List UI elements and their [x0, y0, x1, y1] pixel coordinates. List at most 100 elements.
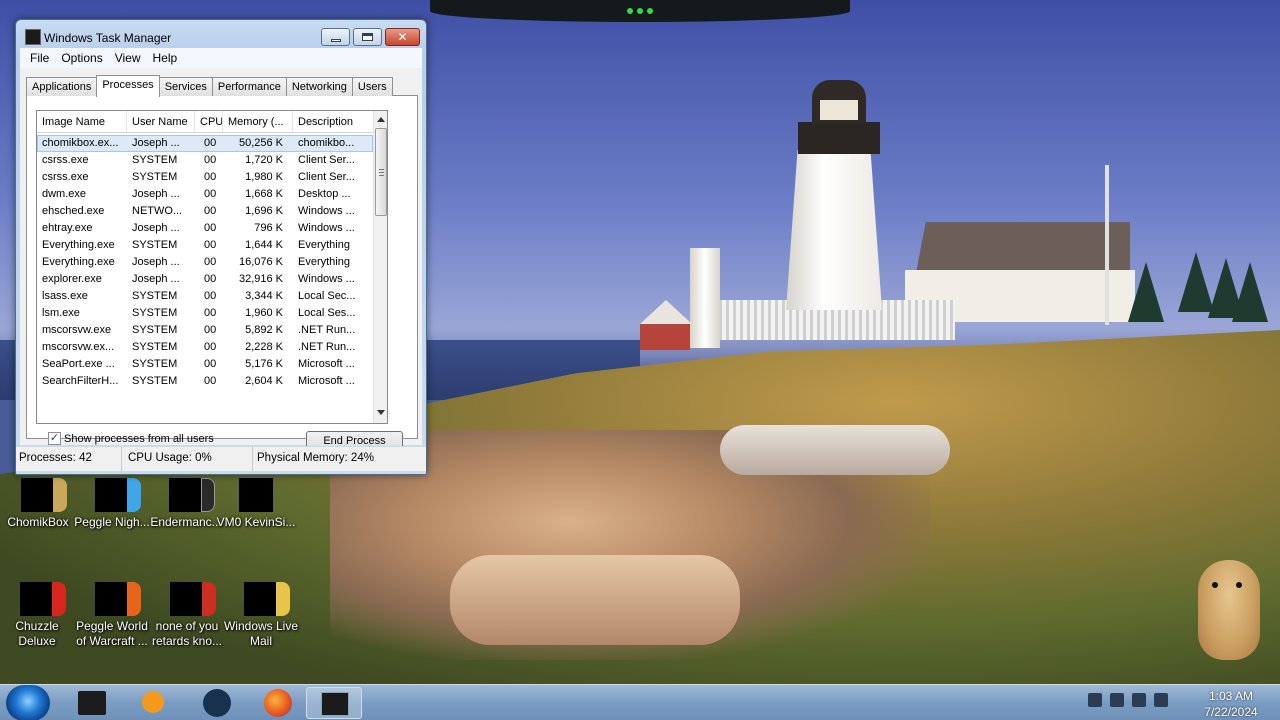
- process-row[interactable]: mscorsvw.ex... SYSTEM 00 2,228 K .NET Run...: [37, 339, 373, 356]
- column-user-name[interactable]: User Name: [127, 111, 195, 132]
- cpu-cell: 00: [204, 256, 217, 268]
- process-list[interactable]: Image Name User Name CPU Memory (... Des…: [36, 110, 388, 424]
- network-icon[interactable]: [1132, 693, 1146, 707]
- menu-help[interactable]: Help: [149, 48, 186, 68]
- tab-applications[interactable]: Applications: [26, 77, 98, 96]
- memory-cell: 1,668 K: [245, 188, 283, 200]
- show-all-users-option[interactable]: ✓ Show processes from all users: [48, 432, 214, 445]
- wallpaper-lighthouse-glass: [820, 100, 858, 120]
- show-all-users-checkbox[interactable]: ✓: [48, 432, 61, 445]
- process-row[interactable]: chomikbox.ex... Joseph ... 00 50,256 K chomi…: [37, 135, 373, 152]
- description-cell: Microsoft ...: [298, 375, 355, 387]
- desktop-icon-custom-shortcut[interactable]: none of you retards kno...: [147, 582, 227, 649]
- desktop-icon-vm-shortcut[interactable]: VM0 KevinSi...: [216, 478, 296, 530]
- task-manager-app-icon: [25, 29, 41, 45]
- chomikbox-icon: [21, 478, 67, 512]
- desktop-icon-chuzzle[interactable]: Chuzzle Deluxe: [0, 582, 77, 649]
- tab-networking[interactable]: Networking: [285, 77, 353, 96]
- scroll-up-icon[interactable]: [377, 117, 385, 122]
- image-name-cell: lsass.exe: [42, 290, 88, 302]
- process-row[interactable]: ehtray.exe Joseph ... 00 796 K Windows ...: [37, 220, 373, 237]
- tab-strip: Applications Processes Services Performa…: [26, 75, 393, 97]
- memory-cell: 32,916 K: [238, 273, 283, 285]
- scroll-down-icon[interactable]: [377, 410, 385, 415]
- memory-cell: 1,720 K: [245, 154, 283, 166]
- show-all-users-label: Show processes from all users: [64, 432, 214, 445]
- desktop-icon-peggle-wow[interactable]: Peggle World of Warcraft ...: [72, 582, 152, 649]
- cpu-cell: 00: [204, 205, 217, 217]
- tab-performance[interactable]: Performance: [211, 77, 287, 96]
- media-player-icon: [142, 691, 164, 713]
- tab-processes[interactable]: Processes: [96, 75, 160, 97]
- maximize-icon: [362, 33, 373, 41]
- tab-users[interactable]: Users: [351, 77, 393, 96]
- peggle-nights-icon: [95, 478, 141, 512]
- window-body: File Options View Help Applications Proc…: [20, 48, 422, 452]
- cpu-cell: 00: [204, 222, 217, 234]
- memory-cell: 1,696 K: [245, 205, 283, 217]
- taskbar-task-manager[interactable]: [306, 687, 362, 719]
- cpu-cell: 00: [204, 341, 217, 353]
- hamster-desktop-pet[interactable]: [1198, 560, 1260, 660]
- menu-options[interactable]: Options: [57, 48, 110, 68]
- image-name-cell: csrss.exe: [42, 154, 89, 166]
- column-image-name[interactable]: Image Name: [37, 111, 127, 132]
- process-row[interactable]: ehsched.exe NETWO... 00 1,696 K Windows ...: [37, 203, 373, 220]
- image-name-cell: csrss.exe: [42, 171, 89, 183]
- cpu-cell: 00: [204, 137, 217, 149]
- menu-view[interactable]: View: [111, 48, 149, 68]
- process-row[interactable]: SeaPort.exe ... SYSTEM 00 5,176 K Microsoft …: [37, 356, 373, 373]
- taskbar-explorer[interactable]: [64, 687, 120, 719]
- process-row[interactable]: lsass.exe SYSTEM 00 3,344 K Local Sec...: [37, 288, 373, 305]
- desktop-icon-chomikbox[interactable]: ChomikBox: [0, 478, 78, 530]
- tray-icon[interactable]: [1110, 693, 1124, 707]
- scrollbar-thumb[interactable]: [375, 128, 387, 216]
- image-name-cell: SearchFilterH...: [42, 375, 119, 387]
- tab-services[interactable]: Services: [158, 77, 213, 96]
- minimize-button[interactable]: [321, 28, 350, 46]
- process-row[interactable]: Everything.exe SYSTEM 00 1,644 K Everything: [37, 237, 373, 254]
- gadget-led: [637, 8, 643, 14]
- hamster-eye: [1236, 582, 1242, 588]
- status-cpu-usage: CPU Usage: 0%: [122, 447, 253, 471]
- maximize-button[interactable]: [353, 28, 382, 46]
- description-cell: Microsoft ...: [298, 358, 355, 370]
- volume-icon[interactable]: [1154, 693, 1168, 707]
- vertical-scrollbar[interactable]: [373, 111, 387, 423]
- task-manager-window[interactable]: Windows Task Manager ✕ File Options View…: [15, 19, 427, 475]
- menu-file[interactable]: File: [26, 48, 57, 68]
- tray-icon[interactable]: [1088, 693, 1102, 707]
- column-cpu[interactable]: CPU: [195, 111, 223, 132]
- column-memory[interactable]: Memory (...: [223, 111, 293, 132]
- user-name-cell: SYSTEM: [132, 375, 178, 387]
- process-row[interactable]: lsm.exe SYSTEM 00 1,960 K Local Ses...: [37, 305, 373, 322]
- column-description[interactable]: Description: [293, 111, 373, 132]
- memory-cell: 1,980 K: [245, 171, 283, 183]
- image-name-cell: ehtray.exe: [42, 222, 93, 234]
- close-button[interactable]: ✕: [385, 28, 420, 46]
- wallpaper-rock: [450, 555, 740, 645]
- process-row[interactable]: SearchFilterH... SYSTEM 00 2,604 K Microsoft…: [37, 373, 373, 390]
- desktop-icon-windows-live-mail[interactable]: Windows Live Mail: [221, 582, 301, 649]
- desktop-icon-endermanch[interactable]: Endermanc...: [146, 478, 226, 530]
- taskbar-clock[interactable]: 1:03 AM 7/22/2024: [1196, 688, 1266, 720]
- memory-cell: 5,892 K: [245, 324, 283, 336]
- taskbar-firefox[interactable]: [250, 687, 306, 719]
- windows-live-mail-icon: [244, 582, 290, 616]
- process-row[interactable]: mscorsvw.exe SYSTEM 00 5,892 K .NET Run...: [37, 322, 373, 339]
- taskbar-globe[interactable]: [189, 687, 245, 719]
- start-button[interactable]: [6, 685, 50, 720]
- description-cell: chomikbo...: [298, 137, 355, 149]
- process-row[interactable]: dwm.exe Joseph ... 00 1,668 K Desktop ...: [37, 186, 373, 203]
- process-row[interactable]: explorer.exe Joseph ... 00 32,916 K Windows …: [37, 271, 373, 288]
- process-row[interactable]: Everything.exe Joseph ... 00 16,076 K Everyt…: [37, 254, 373, 271]
- cpu-cell: 00: [204, 239, 217, 251]
- process-row[interactable]: csrss.exe SYSTEM 00 1,980 K Client Ser...: [37, 169, 373, 186]
- desktop-icon-label: Peggle World of Warcraft ...: [76, 619, 148, 648]
- description-cell: Everything: [298, 256, 350, 268]
- user-name-cell: Joseph ...: [132, 222, 180, 234]
- taskbar-media-player[interactable]: [124, 687, 180, 719]
- description-cell: Windows ...: [298, 205, 355, 217]
- process-row[interactable]: csrss.exe SYSTEM 00 1,720 K Client Ser...: [37, 152, 373, 169]
- desktop-icon-peggle-nights[interactable]: Peggle Nigh...: [72, 478, 152, 530]
